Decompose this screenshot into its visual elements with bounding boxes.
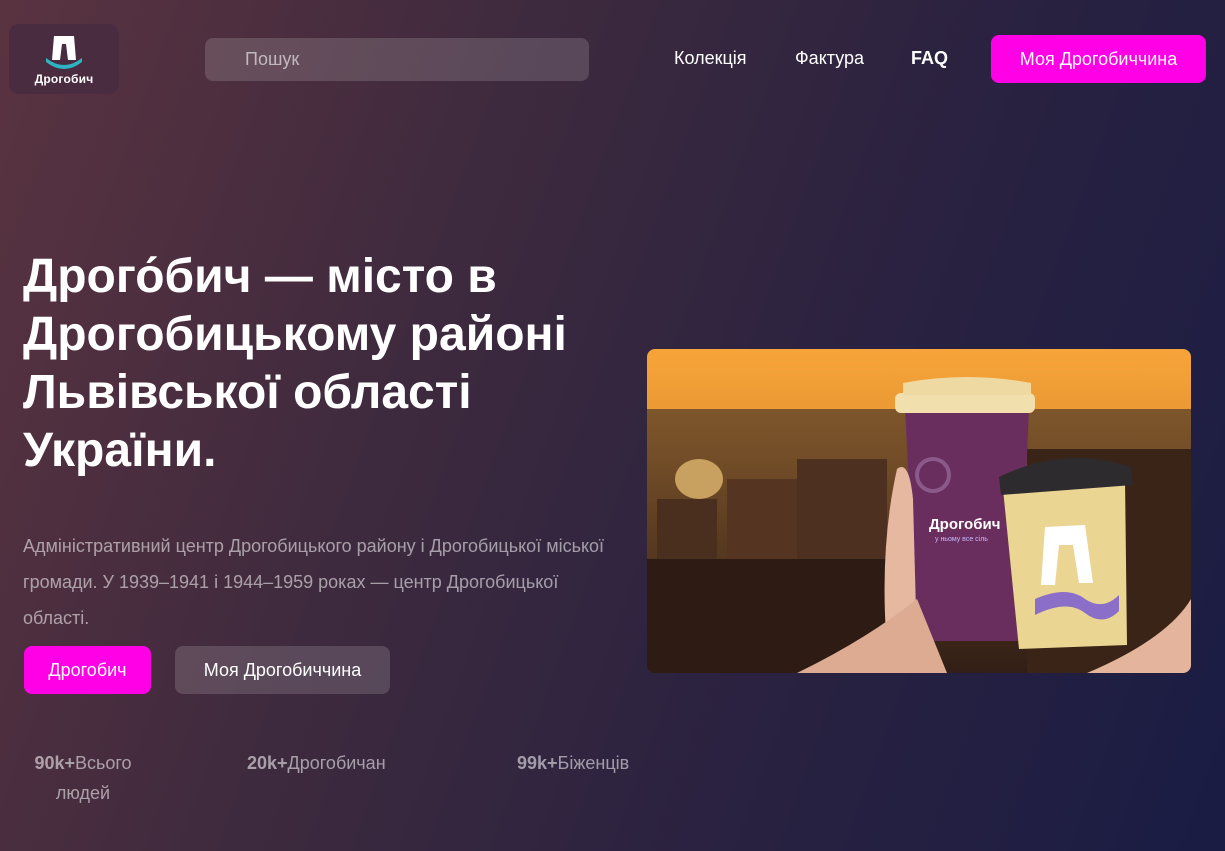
stat-total-people: 90k+Всього людей [24,748,142,808]
logo[interactable]: Дрогобич [9,24,119,94]
stat-label: Дрогобичан [287,753,386,773]
my-drohobych-secondary-button[interactable]: Моя Дрогобиччина [175,646,390,694]
cup-brand-text: Дрогобич [929,516,1000,533]
stat-value: 90k+ [34,753,75,773]
search-input[interactable] [245,49,575,70]
stat-drohobych-residents: 20k+Дрогобичан [247,748,386,778]
stat-value: 99k+ [517,753,558,773]
nav-link-collection[interactable]: Колекція [674,48,747,69]
hero-photo-illustration: Дрогобич у ньому все сіль [647,349,1191,673]
nav-link-texture[interactable]: Фактура [795,48,864,69]
hero-description: Адміністративний центр Дрогобицького рай… [23,536,605,628]
stat-refugees: 99k+Біженців [517,748,629,778]
my-drohobych-button[interactable]: Моя Дрогобиччина [991,35,1206,83]
hero-title: Дрого́бич — місто в Дрогобицькому районі… [23,250,567,477]
stat-label: Біженців [557,753,630,773]
search-box[interactable] [205,38,589,81]
stat-value: 20k+ [247,753,288,773]
nav-link-faq[interactable]: FAQ [911,48,948,69]
drohobych-button[interactable]: Дрогобич [24,646,151,694]
logo-text: Дрогобич [34,72,94,86]
cup-tagline-text: у ньому все сіль [935,535,988,543]
hero-image: Дрогобич у ньому все сіль [647,349,1191,673]
logo-mark-icon [46,36,82,69]
